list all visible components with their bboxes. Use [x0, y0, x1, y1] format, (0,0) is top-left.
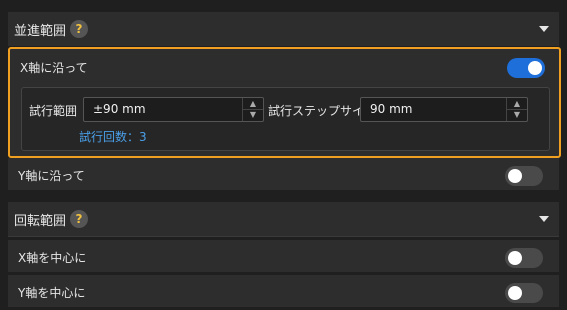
x-axis-translation-group: X軸に沿って 試行範囲 ±90 mm ▲ ▼ 試行ステップサイズ 90 mm ▲…: [8, 47, 561, 158]
y-axis-translation-row: Y軸に沿って: [8, 158, 559, 190]
divider: [8, 236, 559, 237]
chevron-down-icon[interactable]: [539, 216, 549, 222]
y-axis-translation-label: Y軸に沿って: [18, 169, 85, 183]
trial-range-input[interactable]: ±90 mm ▲ ▼: [83, 97, 264, 122]
trial-range-label: 試行範囲: [29, 104, 78, 118]
rotation-section-title: 回転範囲: [14, 213, 67, 229]
trial-count-text: 試行回数：3: [79, 130, 147, 144]
x-axis-rotation-row: X軸を中心に: [8, 240, 559, 272]
toggle-knob: [508, 286, 522, 300]
y-axis-rotation-toggle[interactable]: [505, 283, 543, 303]
decrement-icon[interactable]: ▼: [507, 109, 527, 120]
x-axis-translation-label: X軸に沿って: [20, 61, 88, 75]
toggle-knob: [528, 61, 542, 75]
help-icon[interactable]: ?: [70, 20, 88, 38]
x-axis-rotation-toggle[interactable]: [505, 248, 543, 268]
help-icon[interactable]: ?: [70, 210, 88, 228]
y-axis-rotation-row: Y軸を中心に: [8, 275, 559, 307]
toggle-knob: [508, 251, 522, 265]
y-axis-translation-toggle[interactable]: [505, 166, 543, 186]
translation-section-title: 並進範囲: [14, 23, 67, 39]
decrement-icon[interactable]: ▼: [243, 109, 263, 120]
chevron-down-icon[interactable]: [539, 26, 549, 32]
y-axis-rotation-label: Y軸を中心に: [18, 286, 86, 300]
trial-range-value: ±90 mm: [93, 102, 146, 116]
trial-step-stepper[interactable]: ▲ ▼: [506, 98, 527, 121]
trial-step-value: 90 mm: [370, 102, 413, 116]
trial-range-stepper[interactable]: ▲ ▼: [242, 98, 263, 121]
x-axis-rotation-label: X軸を中心に: [18, 251, 87, 265]
rotation-section-header[interactable]: 回転範囲 ?: [8, 202, 559, 236]
trial-settings-box: 試行範囲 ±90 mm ▲ ▼ 試行ステップサイズ 90 mm ▲ ▼ 試行回数…: [21, 87, 550, 151]
translation-section-header[interactable]: 並進範囲 ?: [8, 12, 559, 46]
trial-step-input[interactable]: 90 mm ▲ ▼: [360, 97, 528, 122]
toggle-knob: [508, 169, 522, 183]
x-axis-translation-toggle[interactable]: [507, 58, 545, 78]
